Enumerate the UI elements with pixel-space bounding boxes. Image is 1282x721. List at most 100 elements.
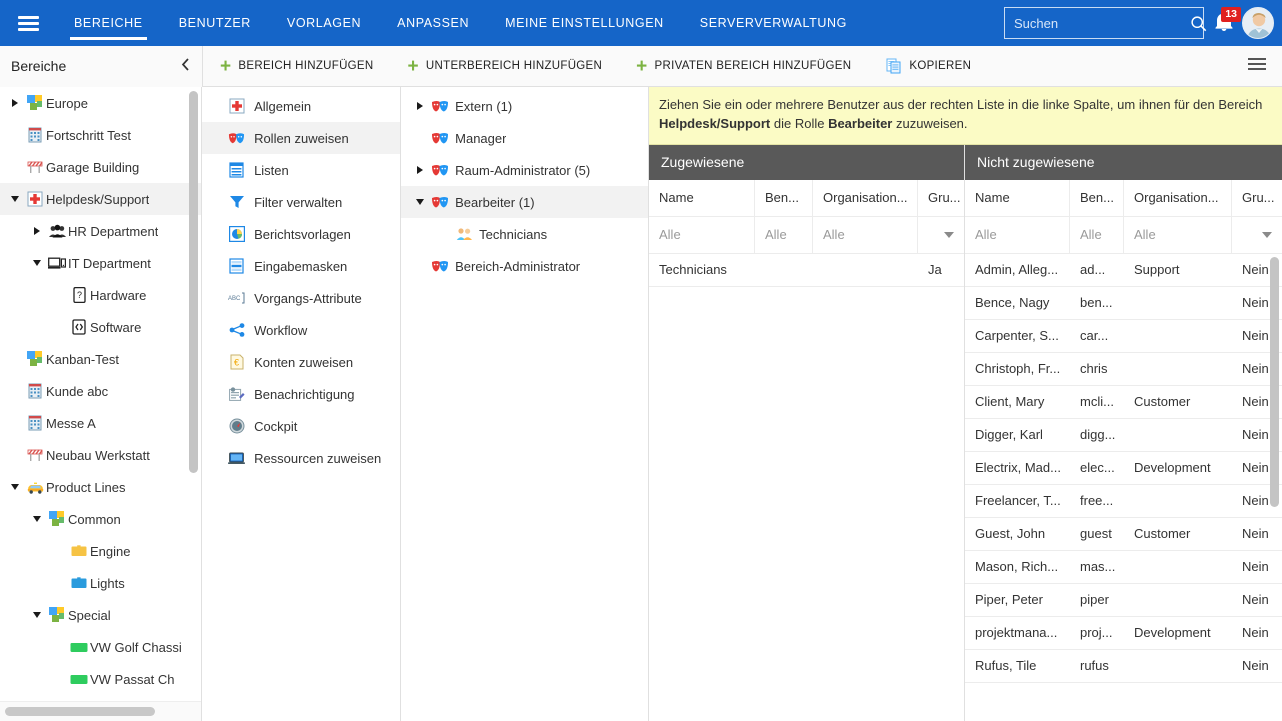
tree-item-vw-golf-chassi[interactable]: VW Golf Chassi (0, 631, 201, 663)
tree-item-kunde-abc[interactable]: Kunde abc (0, 375, 201, 407)
unassigned-filter-input[interactable]: Alle (965, 217, 1070, 253)
assigned-filter-input[interactable]: Alle (813, 217, 918, 253)
tree-item-garage-building[interactable]: Garage Building (0, 151, 201, 183)
chevron-right-icon[interactable] (6, 99, 24, 107)
table-row[interactable]: Carpenter, S...car...Nein (965, 320, 1282, 353)
table-row[interactable]: Bence, Nagyben...Nein (965, 287, 1282, 320)
role-item-extern-1-[interactable]: Extern (1) (401, 90, 648, 122)
menu-item-rollen-zuweisen[interactable]: Rollen zuweisen (202, 122, 400, 154)
table-row[interactable]: Piper, PeterpiperNein (965, 584, 1282, 617)
toolbar-button-3[interactable]: KOPIEREN (868, 46, 988, 87)
tree-item-product-lines[interactable]: Product Lines (0, 471, 201, 503)
toolbar-button-0[interactable]: +BEREICH HINZUFÜGEN (203, 46, 391, 87)
chevron-down-icon[interactable] (411, 199, 429, 205)
tree-item-special[interactable]: Special (0, 599, 201, 631)
role-item-manager[interactable]: Manager (401, 122, 648, 154)
role-item-bereich-administrator[interactable]: Bereich-Administrator (401, 250, 648, 282)
tree-item-europe[interactable]: Europe (0, 87, 201, 119)
unassigned-filter-input[interactable] (1232, 217, 1282, 253)
assigned-column-header[interactable]: Name (649, 180, 755, 216)
nav-tab-benutzer[interactable]: BENUTZER (161, 0, 269, 46)
table-row[interactable]: Digger, Karldigg...Nein (965, 419, 1282, 452)
table-row[interactable]: projektmana...proj...DevelopmentNein (965, 617, 1282, 650)
tree-item-common[interactable]: Common (0, 503, 201, 535)
menu-item-filter-verwalten[interactable]: Filter verwalten (202, 186, 400, 218)
menu-item-benachrichtigung[interactable]: Benachrichtigung (202, 378, 400, 410)
toolbar-button-1[interactable]: +UNTERBEREICH HINZUFÜGEN (391, 46, 620, 87)
tree-item-lights[interactable]: Lights (0, 567, 201, 599)
menu-item-eingabemasken[interactable]: Eingabemasken (202, 250, 400, 282)
chevron-down-icon[interactable] (1262, 232, 1272, 238)
table-row[interactable]: TechniciansJa (649, 254, 964, 287)
tree-item-fortschritt-test[interactable]: Fortschritt Test (0, 119, 201, 151)
tree-item-vw-passat-ch[interactable]: VW Passat Ch (0, 663, 201, 695)
table-row[interactable]: Guest, JohnguestCustomerNein (965, 518, 1282, 551)
nav-tab-bereiche[interactable]: BEREICHE (56, 0, 161, 46)
toolbar-menu-icon[interactable] (1248, 58, 1266, 70)
role-item-technicians[interactable]: Technicians (401, 218, 648, 250)
menu-item-konten-zuweisen[interactable]: €Konten zuweisen (202, 346, 400, 378)
unassigned-filter-input[interactable]: Alle (1124, 217, 1232, 253)
chevron-left-icon[interactable] (180, 58, 191, 74)
menu-item-listen[interactable]: Listen (202, 154, 400, 186)
tree-item-hr-department[interactable]: HR Department (0, 215, 201, 247)
search-input[interactable] (1005, 16, 1190, 31)
role-item-raum-administrator-5-[interactable]: Raum-Administrator (5) (401, 154, 648, 186)
chevron-right-icon[interactable] (28, 227, 46, 235)
notifications-button[interactable]: 13 (1212, 9, 1238, 37)
table-row[interactable]: Christoph, Fr...chrisNein (965, 353, 1282, 386)
chevron-down-icon[interactable] (6, 484, 24, 490)
menu-item-ressourcen-zuweisen[interactable]: Ressourcen zuweisen (202, 442, 400, 474)
toolbar-button-2[interactable]: +PRIVATEN BEREICH HINZUFÜGEN (619, 46, 868, 87)
chevron-down-icon[interactable] (28, 612, 46, 618)
chevron-down-icon[interactable] (28, 260, 46, 266)
role-item-bearbeiter-1-[interactable]: Bearbeiter (1) (401, 186, 648, 218)
unassigned-column-header[interactable]: Gru... (1232, 180, 1282, 216)
menu-item-workflow[interactable]: Workflow (202, 314, 400, 346)
tree-item-software[interactable]: Software (0, 311, 201, 343)
table-row[interactable]: Freelancer, T...free...Nein (965, 485, 1282, 518)
chevron-down-icon[interactable] (6, 196, 24, 202)
table-row[interactable]: Mason, Rich...mas...Nein (965, 551, 1282, 584)
menu-item-berichtsvorlagen[interactable]: Berichtsvorlagen (202, 218, 400, 250)
tree-item-neubau-werkstatt[interactable]: Neubau Werkstatt (0, 439, 201, 471)
menu-item-vorgangs-attribute[interactable]: ABCVorgangs-Attribute (202, 282, 400, 314)
nav-tab-meine-einstellungen[interactable]: MEINE EINSTELLUNGEN (487, 0, 682, 46)
main-menu-icon[interactable] (0, 16, 56, 31)
tree-item-messe-a[interactable]: Messe A (0, 407, 201, 439)
chevron-down-icon[interactable] (944, 232, 954, 238)
areas-tree-horizontal-scrollbar[interactable] (5, 707, 155, 716)
nav-tab-anpassen[interactable]: ANPASSEN (379, 0, 487, 46)
unassigned-column-header[interactable]: Organisation... (1124, 180, 1232, 216)
assigned-column-header[interactable]: Ben... (755, 180, 813, 216)
unassigned-column-header[interactable]: Ben... (1070, 180, 1124, 216)
tree-item-kanban-test[interactable]: Kanban-Test (0, 343, 201, 375)
search-box[interactable] (1004, 7, 1204, 39)
table-row[interactable]: Admin, Alleg...ad...SupportNein (965, 254, 1282, 287)
tree-item-hardware[interactable]: ?Hardware (0, 279, 201, 311)
tree-item-helpdesk-support[interactable]: Helpdesk/Support (0, 183, 201, 215)
nav-tab-vorlagen[interactable]: VORLAGEN (269, 0, 379, 46)
chevron-right-icon[interactable] (411, 102, 429, 110)
assigned-column-header[interactable]: Gru... (918, 180, 964, 216)
table-row[interactable]: Electrix, Mad...elec...DevelopmentNein (965, 452, 1282, 485)
search-icon[interactable] (1190, 15, 1207, 32)
chevron-right-icon[interactable] (411, 166, 429, 174)
unassigned-vertical-scrollbar[interactable] (1270, 257, 1279, 507)
tree-item-it-department[interactable]: IT Department (0, 247, 201, 279)
menu-item-allgemein[interactable]: Allgemein (202, 90, 400, 122)
unassigned-filter-input[interactable]: Alle (1070, 217, 1124, 253)
unassigned-column-header[interactable]: Name (965, 180, 1070, 216)
nav-tab-serververwaltung[interactable]: SERVERVERWALTUNG (682, 0, 865, 46)
assigned-filter-input[interactable] (918, 217, 964, 253)
assigned-column-header[interactable]: Organisation... (813, 180, 918, 216)
tree-item-engine[interactable]: Engine (0, 535, 201, 567)
menu-item-cockpit[interactable]: Cockpit (202, 410, 400, 442)
table-row[interactable]: Rufus, TilerufusNein (965, 650, 1282, 683)
avatar[interactable] (1242, 7, 1274, 39)
areas-tree-vertical-scrollbar[interactable] (189, 91, 198, 473)
chevron-down-icon[interactable] (28, 516, 46, 522)
assigned-filter-input[interactable]: Alle (649, 217, 755, 253)
assigned-filter-input[interactable]: Alle (755, 217, 813, 253)
table-row[interactable]: Client, Marymcli...CustomerNein (965, 386, 1282, 419)
